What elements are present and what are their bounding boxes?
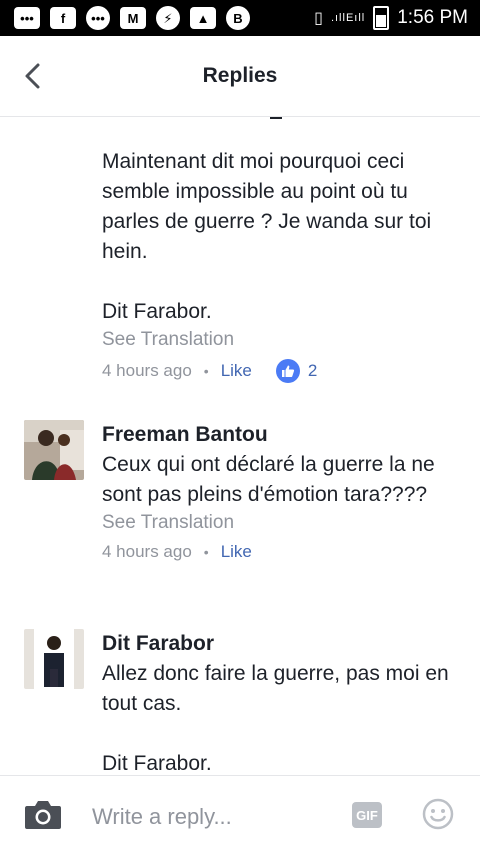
reply-input[interactable] — [90, 798, 334, 836]
comment-text: Ceux qui ont déclaré la guerre la ne son… — [102, 453, 435, 506]
replies-list[interactable]: Maintenant dit moi pourquoi ceci semble … — [0, 117, 480, 775]
comment-signature: Dit Farabor. — [102, 752, 212, 775]
like-reaction-icon[interactable] — [275, 359, 300, 383]
status-time: 1:56 PM — [397, 7, 468, 28]
reaction-count[interactable]: 2 — [308, 361, 317, 381]
gmail-icon: M — [120, 7, 146, 29]
comment-meta: 4 hours ago • Like 2 — [102, 359, 462, 383]
b-app-icon: B — [226, 6, 250, 30]
status-bar: ••• f ••• M ⚡ ▲ B ▯ .ıllEıll 1:56 PM — [0, 0, 480, 36]
messenger-icon: ⚡ — [156, 6, 180, 30]
separator-dot: • — [203, 363, 209, 379]
avatar[interactable] — [24, 629, 84, 689]
comment-author[interactable]: Freeman Bantou — [102, 420, 462, 450]
emoji-button[interactable] — [422, 798, 454, 830]
see-translation-link[interactable]: See Translation — [102, 329, 462, 351]
comment-body: Dit Farabor Allez donc faire la guerre, … — [102, 629, 462, 775]
comment-continued: Maintenant dit moi pourquoi ceci semble … — [102, 147, 462, 383]
signal-icon: .ıllEıll — [330, 12, 366, 24]
smiley-icon — [422, 798, 454, 830]
notification-icons: ••• f ••• M ⚡ ▲ B — [0, 6, 250, 30]
like-button[interactable]: Like — [221, 542, 252, 562]
comment-time: 4 hours ago — [102, 361, 192, 380]
thumbs-up-icon — [281, 365, 294, 377]
gallery-icon: ▲ — [190, 7, 216, 29]
separator-dot: • — [203, 544, 209, 560]
avatar[interactable] — [24, 420, 84, 480]
facebook-icon: f — [50, 7, 76, 29]
chat-bubbles-icon: ••• — [14, 7, 40, 29]
vibrate-icon: ▯ — [314, 10, 323, 27]
page-title: Replies — [202, 64, 278, 87]
reply-composer: GIF — [0, 775, 480, 855]
battery-icon — [373, 6, 390, 30]
back-button[interactable] — [20, 62, 44, 90]
comment-time: 4 hours ago — [102, 542, 192, 561]
comment-author[interactable]: Dit Farabor — [102, 629, 462, 659]
messenger-icon: ••• — [86, 6, 110, 30]
comment-signature: Dit Farabor. — [102, 300, 212, 323]
camera-button[interactable] — [24, 798, 62, 830]
chevron-left-icon — [25, 63, 40, 89]
gif-button[interactable]: GIF — [352, 802, 382, 828]
comment-body: Freeman Bantou Ceux qui ont déclaré la g… — [102, 420, 462, 562]
replies-header: Replies — [0, 36, 480, 117]
comment-text: Maintenant dit moi pourquoi ceci semble … — [102, 150, 432, 263]
comment-text: Allez donc faire la guerre, pas moi en t… — [102, 662, 449, 715]
comment-meta: 4 hours ago • Like — [102, 542, 462, 562]
like-button[interactable]: Like — [221, 361, 252, 381]
see-translation-link[interactable]: See Translation — [102, 512, 462, 534]
clipped-text-fragment — [270, 117, 282, 119]
camera-icon — [25, 801, 61, 829]
